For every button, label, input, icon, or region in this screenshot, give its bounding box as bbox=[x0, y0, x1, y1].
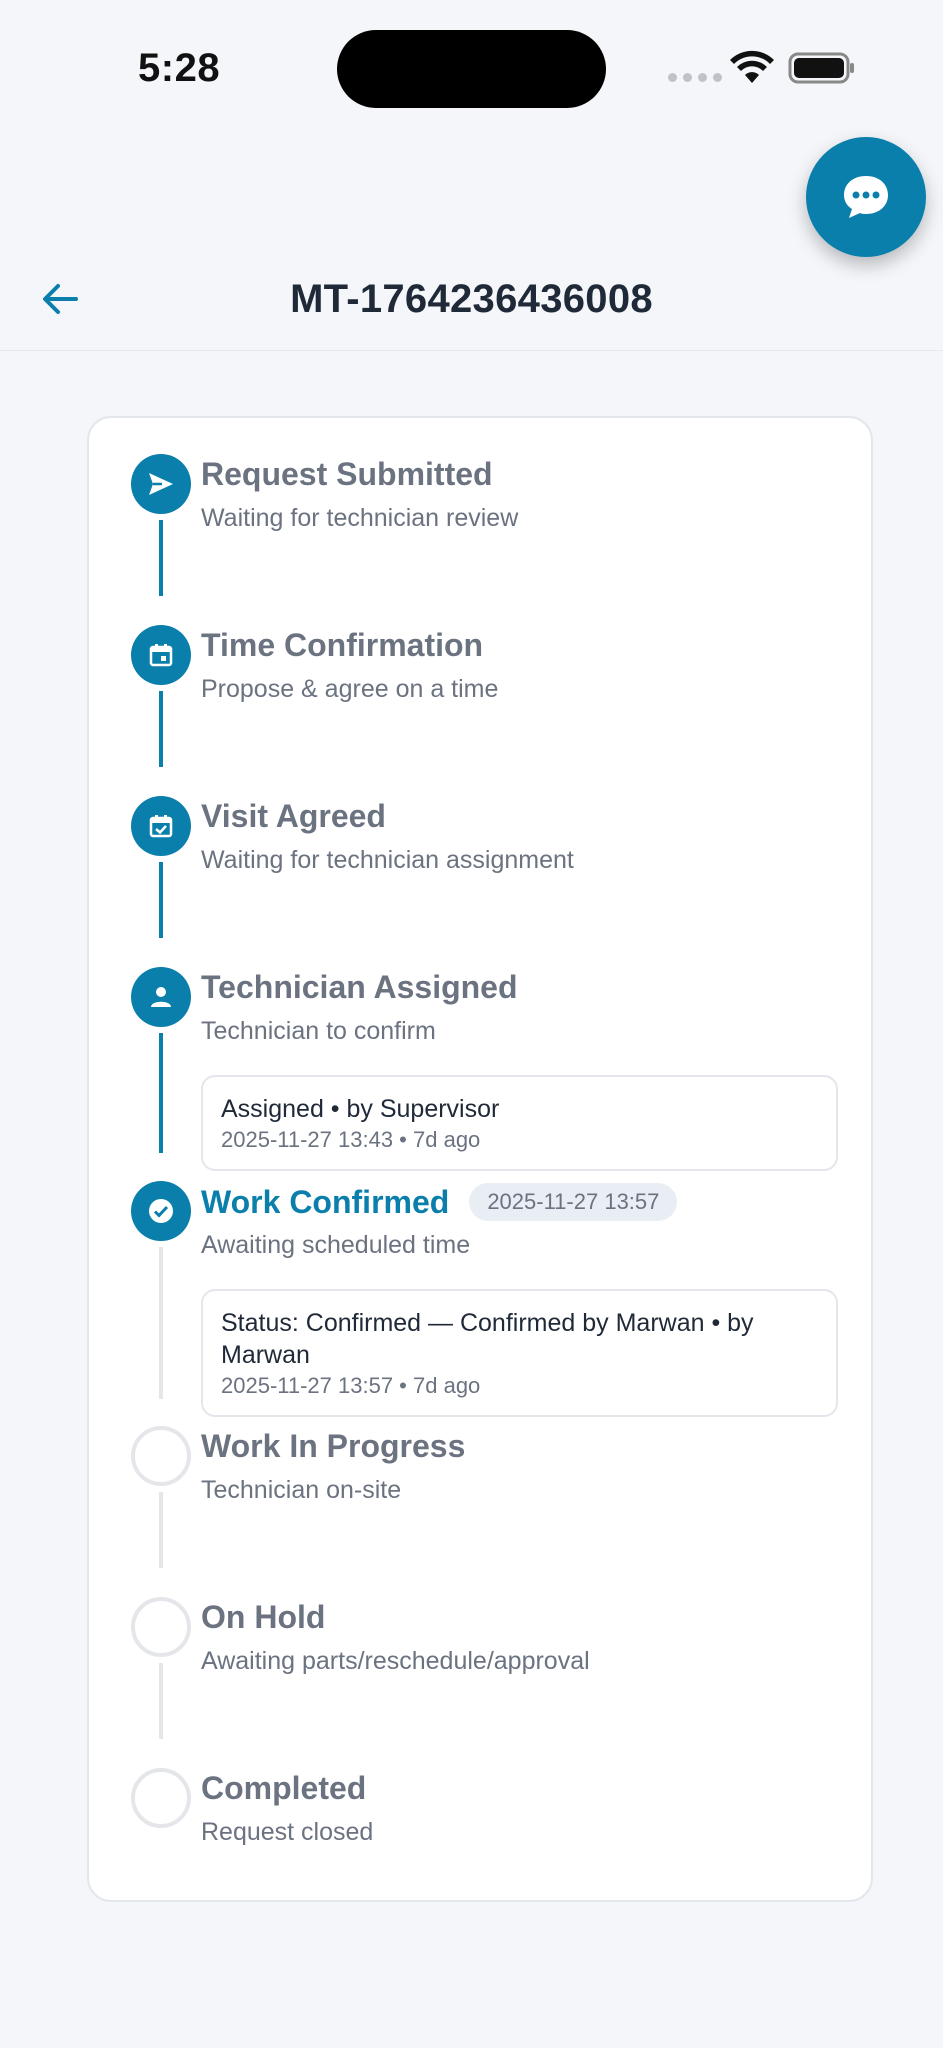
step-indicator bbox=[131, 625, 191, 685]
status-bar: 5:28 bbox=[0, 0, 943, 130]
history-entry: Assigned • by Supervisor 2025-11-27 13:4… bbox=[201, 1075, 838, 1171]
cellular-signal-icon bbox=[668, 73, 722, 82]
history-entry-text: Assigned • by Supervisor bbox=[221, 1095, 500, 1123]
chat-button[interactable] bbox=[806, 137, 926, 257]
calendar-check-icon bbox=[149, 815, 173, 838]
timestamp-badge: 2025-11-27 13:57 bbox=[469, 1183, 678, 1221]
step-title: Work Confirmed bbox=[201, 1183, 450, 1220]
step-subtitle: Awaiting scheduled time bbox=[201, 1231, 471, 1259]
step-indicator bbox=[131, 967, 191, 1027]
battery-icon bbox=[788, 52, 854, 84]
step-title: Visit Agreed bbox=[201, 798, 386, 834]
step-subtitle: Technician on-site bbox=[201, 1476, 402, 1504]
step-indicator bbox=[131, 796, 191, 856]
step-indicator bbox=[131, 1181, 191, 1241]
status-time: 5:28 bbox=[138, 46, 221, 90]
step-title: Work In Progress bbox=[201, 1428, 466, 1464]
step-indicator bbox=[131, 1597, 191, 1657]
step-subtitle: Technician to confirm bbox=[201, 1017, 436, 1045]
timeline-connector bbox=[159, 1247, 163, 1399]
step-indicator bbox=[131, 454, 191, 514]
history-entry-meta: 2025-11-27 13:43 • 7d ago bbox=[221, 1127, 481, 1152]
timeline-connector bbox=[159, 1663, 163, 1739]
step-indicator bbox=[131, 1426, 191, 1486]
calendar-icon bbox=[149, 644, 173, 667]
page-title: MT-1764236436008 bbox=[290, 277, 653, 321]
history-entry-text: Status: Confirmed — Confirmed by Marwan … bbox=[221, 1309, 754, 1369]
check-circle-icon bbox=[149, 1199, 173, 1223]
timeline-connector bbox=[159, 1033, 163, 1153]
wifi-icon bbox=[730, 50, 774, 83]
step-title: Completed bbox=[201, 1770, 367, 1806]
person-icon bbox=[151, 987, 171, 1007]
history-entry-meta: 2025-11-27 13:57 • 7d ago bbox=[221, 1373, 481, 1398]
step-subtitle: Waiting for technician assignment bbox=[201, 846, 574, 874]
step-title: Request Submitted bbox=[201, 456, 493, 492]
send-icon bbox=[149, 473, 173, 495]
timeline-connector bbox=[159, 520, 163, 596]
step-subtitle: Waiting for technician review bbox=[201, 504, 519, 532]
dynamic-island bbox=[337, 30, 606, 108]
chat-bubble-icon bbox=[844, 176, 888, 218]
timeline-connector bbox=[159, 862, 163, 938]
step-indicator bbox=[131, 1768, 191, 1828]
page-header: MT-1764236436008 bbox=[0, 255, 943, 351]
step-title: Time Confirmation bbox=[201, 627, 484, 663]
step-title: On Hold bbox=[201, 1599, 326, 1635]
step-title: Technician Assigned bbox=[201, 969, 518, 1005]
timeline-connector bbox=[159, 691, 163, 767]
step-subtitle: Awaiting parts/reschedule/approval bbox=[201, 1647, 590, 1675]
step-subtitle: Propose & agree on a time bbox=[201, 675, 499, 703]
step-subtitle: Request closed bbox=[201, 1818, 374, 1846]
history-entry: Status: Confirmed — Confirmed by Marwan … bbox=[201, 1289, 838, 1417]
status-timeline-card: Request Submitted Waiting for technician… bbox=[87, 416, 873, 1902]
timeline-connector bbox=[159, 1492, 163, 1568]
